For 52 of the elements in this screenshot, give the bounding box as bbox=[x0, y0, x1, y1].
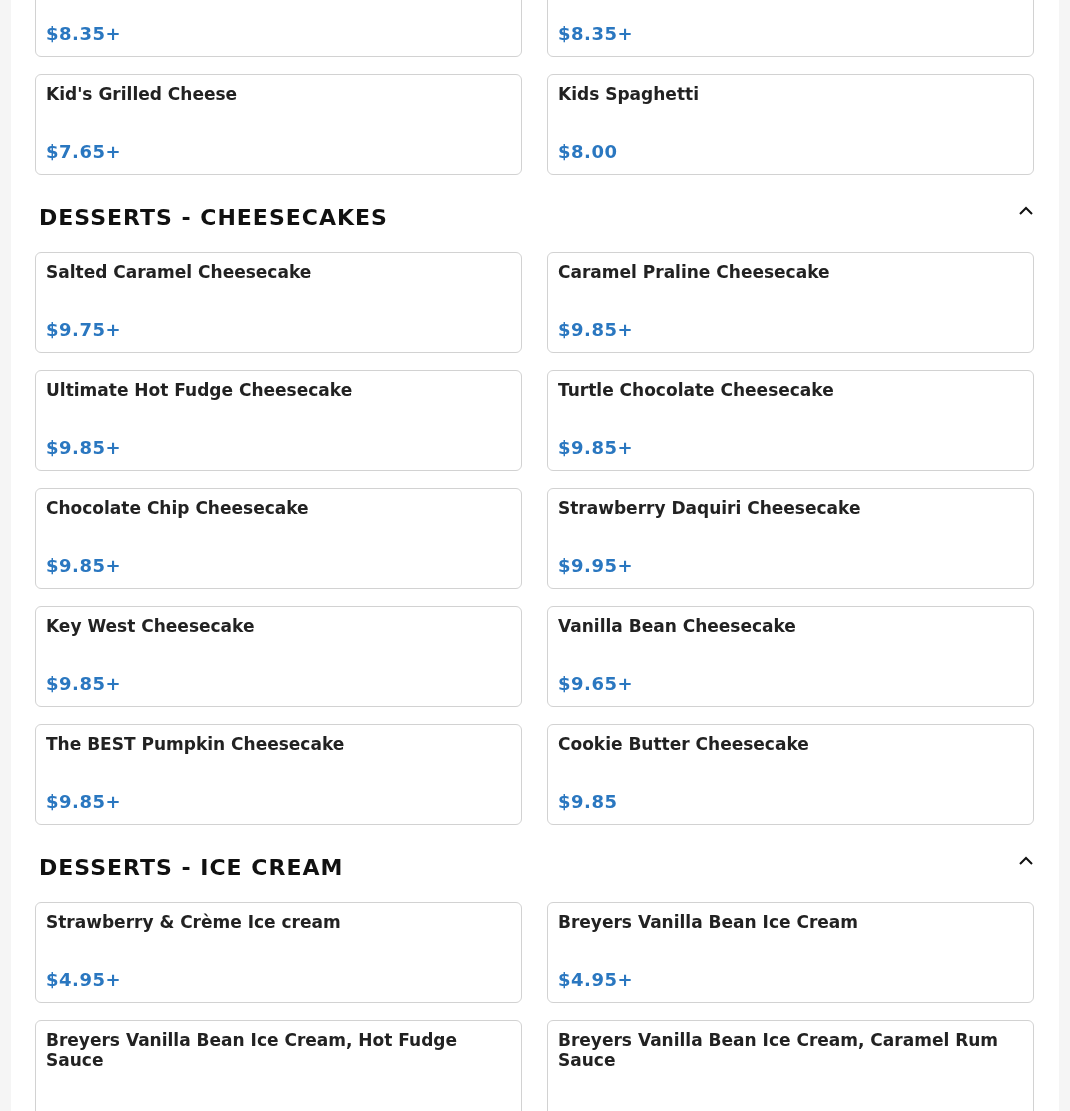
item-price: $8.35+ bbox=[46, 23, 123, 44]
menu-item-card[interactable]: Kids Spaghetti $8.00 bbox=[547, 74, 1034, 175]
item-name: Breyers Vanilla Bean Ice Cream, Caramel Rum Sauce bbox=[558, 1030, 1000, 1070]
item-name: Turtle Chocolate Cheesecake bbox=[558, 380, 835, 400]
menu-item-card[interactable]: Cookie Butter Cheesecake $9.85 bbox=[547, 724, 1034, 825]
item-price: $9.85+ bbox=[46, 437, 123, 458]
item-name: Chocolate Chip Cheesecake bbox=[46, 498, 310, 518]
item-price: $9.95+ bbox=[558, 555, 635, 576]
item-name: Strawberry & Crème Ice cream bbox=[46, 912, 342, 932]
menu-item-card[interactable]: The BEST Pumpkin Cheesecake $9.85+ bbox=[35, 724, 522, 825]
item-name: Cookie Butter Cheesecake bbox=[558, 734, 810, 754]
menu-item-card[interactable]: $8.35+ bbox=[35, 0, 522, 57]
section-title: DESSERTS - CHEESECAKES bbox=[39, 204, 388, 230]
menu-item-card[interactable]: Strawberry & Crème Ice cream $4.95+ bbox=[35, 902, 522, 1003]
item-price: $9.85+ bbox=[46, 791, 123, 812]
item-name: Key West Cheesecake bbox=[46, 616, 256, 636]
menu-item-card[interactable]: Strawberry Daquiri Cheesecake $9.95+ bbox=[547, 488, 1034, 589]
item-price: $8.35+ bbox=[558, 23, 635, 44]
item-price: $4.95+ bbox=[558, 969, 635, 990]
item-price: $8.00 bbox=[558, 141, 619, 162]
item-name: Breyers Vanilla Bean Ice Cream, Hot Fudge Sauce bbox=[46, 1030, 459, 1070]
menu-item-card[interactable]: Breyers Vanilla Bean Ice Cream $4.95+ bbox=[547, 902, 1034, 1003]
item-price: $7.65+ bbox=[46, 141, 123, 162]
item-name: Strawberry Daquiri Cheesecake bbox=[558, 498, 862, 518]
item-price: $4.95+ bbox=[46, 969, 123, 990]
item-name: Vanilla Bean Cheesecake bbox=[558, 616, 797, 636]
menu-item-card[interactable]: Caramel Praline Cheesecake $9.85+ bbox=[547, 252, 1034, 353]
item-price: $9.85 bbox=[558, 791, 619, 812]
item-price: $9.85+ bbox=[46, 555, 123, 576]
item-name: Breyers Vanilla Bean Ice Cream bbox=[558, 912, 859, 932]
item-name: Caramel Praline Cheesecake bbox=[558, 262, 831, 282]
menu-item-card[interactable]: Chocolate Chip Cheesecake $9.85+ bbox=[35, 488, 522, 589]
menu-item-card[interactable]: Kid's Grilled Cheese $7.65+ bbox=[35, 74, 522, 175]
menu-item-card[interactable]: Vanilla Bean Cheesecake $9.65+ bbox=[547, 606, 1034, 707]
menu-item-card[interactable]: Breyers Vanilla Bean Ice Cream, Caramel Rum Sauce bbox=[547, 1020, 1034, 1111]
item-price: $9.75+ bbox=[46, 319, 123, 340]
item-price: $9.85+ bbox=[558, 437, 635, 458]
menu-item-card[interactable]: Turtle Chocolate Cheesecake $9.85+ bbox=[547, 370, 1034, 471]
menu-item-card[interactable]: Key West Cheesecake $9.85+ bbox=[35, 606, 522, 707]
item-name: Ultimate Hot Fudge Cheesecake bbox=[46, 380, 354, 400]
item-name: Kid's Grilled Cheese bbox=[46, 84, 239, 104]
item-price: $9.85+ bbox=[46, 673, 123, 694]
menu-item-card[interactable]: Salted Caramel Cheesecake $9.75+ bbox=[35, 252, 522, 353]
item-price: $9.85+ bbox=[558, 319, 635, 340]
item-name: Kids Spaghetti bbox=[558, 84, 700, 104]
item-price: $9.65+ bbox=[558, 673, 635, 694]
menu-item-card[interactable]: Ultimate Hot Fudge Cheesecake $9.85+ bbox=[35, 370, 522, 471]
menu-item-card[interactable]: Breyers Vanilla Bean Ice Cream, Hot Fudge Sauce bbox=[35, 1020, 522, 1111]
section-title: DESSERTS - ICE CREAM bbox=[39, 854, 344, 880]
menu-item-card[interactable]: $8.35+ bbox=[547, 0, 1034, 57]
item-name: The BEST Pumpkin Cheesecake bbox=[46, 734, 346, 754]
item-name: Salted Caramel Cheesecake bbox=[46, 262, 313, 282]
